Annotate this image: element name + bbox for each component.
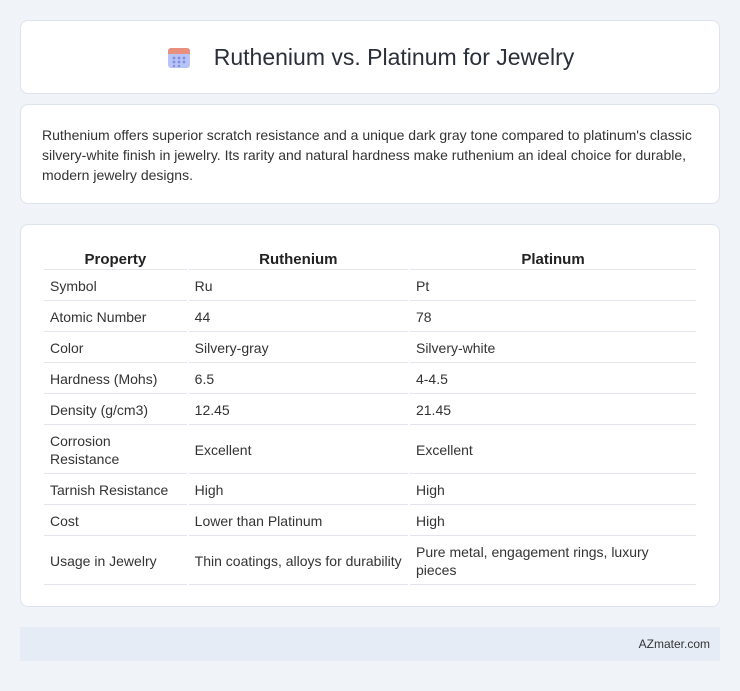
property-cell: Tarnish Resistance [44,476,187,505]
calendar-icon [167,48,190,68]
platinum-cell: 78 [409,303,696,332]
table-row: Atomic Number 44 78 [44,303,696,332]
intro-text: Ruthenium offers superior scratch resist… [42,127,692,183]
platinum-cell: Excellent [409,427,696,474]
header-property: Property [44,247,187,270]
table-row: Color Silvery-gray Silvery-white [44,334,696,363]
title-card: Ruthenium vs. Platinum for Jewelry [20,20,720,94]
ruthenium-cell: Ru [188,272,408,301]
property-cell: Color [44,334,187,363]
table-row: Symbol Ru Pt [44,272,696,301]
ruthenium-cell: 44 [188,303,408,332]
table-row: Density (g/cm3) 12.45 21.45 [44,396,696,425]
header-platinum: Platinum [409,247,696,270]
platinum-cell: Pure metal, engagement rings, luxury pie… [409,538,696,585]
property-cell: Corrosion Resistance [44,427,187,474]
platinum-cell: 21.45 [409,396,696,425]
property-cell: Hardness (Mohs) [44,365,187,394]
ruthenium-cell: 6.5 [188,365,408,394]
ruthenium-cell: High [188,476,408,505]
table-header-row: Property Ruthenium Platinum [44,247,696,270]
property-cell: Cost [44,507,187,536]
ruthenium-cell: Thin coatings, alloys for durability [188,538,408,585]
property-cell: Usage in Jewelry [44,538,187,585]
platinum-cell: High [409,507,696,536]
platinum-cell: Silvery-white [409,334,696,363]
comparison-card: Property Ruthenium Platinum Symbol Ru Pt… [20,224,720,607]
property-cell: Symbol [44,272,187,301]
footer: AZmater.com [20,627,720,661]
table-row: Tarnish Resistance High High [44,476,696,505]
table-row: Corrosion Resistance Excellent Excellent [44,427,696,474]
comparison-table: Property Ruthenium Platinum Symbol Ru Pt… [42,245,698,587]
ruthenium-cell: Lower than Platinum [188,507,408,536]
platinum-cell: 4-4.5 [409,365,696,394]
ruthenium-cell: Excellent [188,427,408,474]
page-title: Ruthenium vs. Platinum for Jewelry [213,43,575,70]
ruthenium-cell: Silvery-gray [188,334,408,363]
property-cell: Density (g/cm3) [44,396,187,425]
table-row: Usage in Jewelry Thin coatings, alloys f… [44,538,696,585]
header-ruthenium: Ruthenium [188,247,408,270]
footer-credit: AZmater.com [638,637,710,651]
table-row: Cost Lower than Platinum High [44,507,696,536]
platinum-cell: High [409,476,696,505]
platinum-cell: Pt [409,272,696,301]
table-row: Hardness (Mohs) 6.5 4-4.5 [44,365,696,394]
intro-card: Ruthenium offers superior scratch resist… [20,104,720,204]
ruthenium-cell: 12.45 [188,396,408,425]
property-cell: Atomic Number [44,303,187,332]
